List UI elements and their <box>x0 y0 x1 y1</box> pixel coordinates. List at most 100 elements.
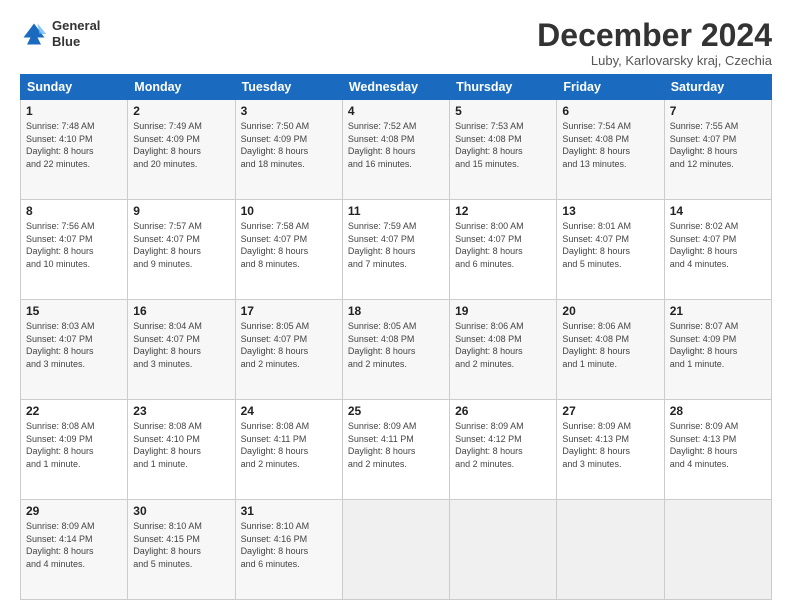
day-info: Sunrise: 8:03 AM Sunset: 4:07 PM Dayligh… <box>26 320 122 370</box>
calendar-day-cell: 27Sunrise: 8:09 AM Sunset: 4:13 PM Dayli… <box>557 400 664 500</box>
location: Luby, Karlovarsky kraj, Czechia <box>537 53 772 68</box>
weekday-header-cell: Tuesday <box>235 75 342 100</box>
weekday-header-row: SundayMondayTuesdayWednesdayThursdayFrid… <box>21 75 772 100</box>
day-number: 1 <box>26 104 122 118</box>
day-info: Sunrise: 8:08 AM Sunset: 4:10 PM Dayligh… <box>133 420 229 470</box>
day-info: Sunrise: 8:09 AM Sunset: 4:13 PM Dayligh… <box>562 420 658 470</box>
day-info: Sunrise: 8:09 AM Sunset: 4:12 PM Dayligh… <box>455 420 551 470</box>
calendar-day-cell: 23 Sunrise: 8:08 AM Sunset: 4:10 PM Dayli… <box>128 400 235 500</box>
day-info: Sunrise: 8:00 AM Sunset: 4:07 PM Dayligh… <box>455 220 551 270</box>
month-title: December 2024 <box>537 18 772 53</box>
day-number: 25 <box>348 404 444 418</box>
calendar-week-row: 8Sunrise: 7:56 AM Sunset: 4:07 PM Daylig… <box>21 200 772 300</box>
day-info: Sunrise: 7:54 AM Sunset: 4:08 PM Dayligh… <box>562 120 658 170</box>
calendar-day-cell: 13 Sunrise: 8:01 AM Sunset: 4:07 PM Dayli… <box>557 200 664 300</box>
day-number: 23 <box>133 404 229 418</box>
day-number: 8 <box>26 204 122 218</box>
calendar-day-cell: 28 Sunrise: 8:09 AM Sunset: 4:13 PM Dayli… <box>664 400 771 500</box>
day-number: 19 <box>455 304 551 318</box>
day-number: 21 <box>670 304 766 318</box>
weekday-header-cell: Friday <box>557 75 664 100</box>
day-info: Sunrise: 7:48 AM Sunset: 4:10 PM Dayligh… <box>26 120 122 170</box>
calendar-day-cell: 7 Sunrise: 7:55 AM Sunset: 4:07 PM Daylig… <box>664 100 771 200</box>
calendar-day-cell: 1 Sunrise: 7:48 AM Sunset: 4:10 PM Daylig… <box>21 100 128 200</box>
day-info: Sunrise: 8:07 AM Sunset: 4:09 PM Dayligh… <box>670 320 766 370</box>
day-number: 15 <box>26 304 122 318</box>
day-number: 17 <box>241 304 337 318</box>
day-number: 29 <box>26 504 122 518</box>
day-info: Sunrise: 8:02 AM Sunset: 4:07 PM Dayligh… <box>670 220 766 270</box>
day-info: Sunrise: 8:04 AM Sunset: 4:07 PM Dayligh… <box>133 320 229 370</box>
calendar-day-cell: 5 Sunrise: 7:53 AM Sunset: 4:08 PM Daylig… <box>450 100 557 200</box>
day-info: Sunrise: 8:05 AM Sunset: 4:08 PM Dayligh… <box>348 320 444 370</box>
day-number: 22 <box>26 404 122 418</box>
header: General Blue December 2024 Luby, Karlova… <box>20 18 772 68</box>
day-info: Sunrise: 7:59 AM Sunset: 4:07 PM Dayligh… <box>348 220 444 270</box>
day-number: 4 <box>348 104 444 118</box>
day-number: 14 <box>670 204 766 218</box>
weekday-header-cell: Saturday <box>664 75 771 100</box>
day-number: 18 <box>348 304 444 318</box>
day-number: 30 <box>133 504 229 518</box>
day-info: Sunrise: 7:55 AM Sunset: 4:07 PM Dayligh… <box>670 120 766 170</box>
calendar-day-cell: 18 Sunrise: 8:05 AM Sunset: 4:08 PM Dayli… <box>342 300 449 400</box>
day-info: Sunrise: 8:08 AM Sunset: 4:09 PM Dayligh… <box>26 420 122 470</box>
day-info: Sunrise: 8:09 AM Sunset: 4:13 PM Dayligh… <box>670 420 766 470</box>
day-number: 26 <box>455 404 551 418</box>
calendar-table: SundayMondayTuesdayWednesdayThursdayFrid… <box>20 74 772 600</box>
day-info: Sunrise: 8:01 AM Sunset: 4:07 PM Dayligh… <box>562 220 658 270</box>
calendar-day-cell: 6 Sunrise: 7:54 AM Sunset: 4:08 PM Daylig… <box>557 100 664 200</box>
day-info: Sunrise: 7:49 AM Sunset: 4:09 PM Dayligh… <box>133 120 229 170</box>
calendar-week-row: 29Sunrise: 8:09 AM Sunset: 4:14 PM Dayli… <box>21 500 772 600</box>
day-number: 2 <box>133 104 229 118</box>
calendar-day-cell: 16 Sunrise: 8:04 AM Sunset: 4:07 PM Dayli… <box>128 300 235 400</box>
calendar-day-cell <box>664 500 771 600</box>
day-number: 28 <box>670 404 766 418</box>
day-info: Sunrise: 8:09 AM Sunset: 4:11 PM Dayligh… <box>348 420 444 470</box>
day-number: 20 <box>562 304 658 318</box>
calendar-day-cell: 26 Sunrise: 8:09 AM Sunset: 4:12 PM Dayli… <box>450 400 557 500</box>
calendar-day-cell: 15 Sunrise: 8:03 AM Sunset: 4:07 PM Dayli… <box>21 300 128 400</box>
day-info: Sunrise: 8:08 AM Sunset: 4:11 PM Dayligh… <box>241 420 337 470</box>
day-info: Sunrise: 8:06 AM Sunset: 4:08 PM Dayligh… <box>455 320 551 370</box>
calendar-week-row: 22 Sunrise: 8:08 AM Sunset: 4:09 PM Dayli… <box>21 400 772 500</box>
calendar-day-cell: 11 Sunrise: 7:59 AM Sunset: 4:07 PM Dayli… <box>342 200 449 300</box>
day-number: 24 <box>241 404 337 418</box>
calendar-day-cell: 24 Sunrise: 8:08 AM Sunset: 4:11 PM Dayli… <box>235 400 342 500</box>
day-info: Sunrise: 8:10 AM Sunset: 4:15 PM Dayligh… <box>133 520 229 570</box>
calendar-week-row: 1 Sunrise: 7:48 AM Sunset: 4:10 PM Daylig… <box>21 100 772 200</box>
calendar-day-cell: 12Sunrise: 8:00 AM Sunset: 4:07 PM Dayli… <box>450 200 557 300</box>
day-number: 10 <box>241 204 337 218</box>
day-number: 5 <box>455 104 551 118</box>
day-number: 3 <box>241 104 337 118</box>
calendar-day-cell: 21 Sunrise: 8:07 AM Sunset: 4:09 PM Dayli… <box>664 300 771 400</box>
day-info: Sunrise: 7:58 AM Sunset: 4:07 PM Dayligh… <box>241 220 337 270</box>
day-number: 13 <box>562 204 658 218</box>
day-number: 6 <box>562 104 658 118</box>
calendar-day-cell: 31Sunrise: 8:10 AM Sunset: 4:16 PM Dayli… <box>235 500 342 600</box>
day-info: Sunrise: 8:06 AM Sunset: 4:08 PM Dayligh… <box>562 320 658 370</box>
day-info: Sunrise: 7:53 AM Sunset: 4:08 PM Dayligh… <box>455 120 551 170</box>
calendar-day-cell: 9Sunrise: 7:57 AM Sunset: 4:07 PM Daylig… <box>128 200 235 300</box>
day-number: 11 <box>348 204 444 218</box>
calendar-day-cell: 2 Sunrise: 7:49 AM Sunset: 4:09 PM Daylig… <box>128 100 235 200</box>
day-number: 16 <box>133 304 229 318</box>
day-info: Sunrise: 7:52 AM Sunset: 4:08 PM Dayligh… <box>348 120 444 170</box>
logo-line2: Blue <box>52 34 100 50</box>
calendar-day-cell: 4 Sunrise: 7:52 AM Sunset: 4:08 PM Daylig… <box>342 100 449 200</box>
calendar-day-cell: 10 Sunrise: 7:58 AM Sunset: 4:07 PM Dayli… <box>235 200 342 300</box>
calendar-week-row: 15 Sunrise: 8:03 AM Sunset: 4:07 PM Dayli… <box>21 300 772 400</box>
calendar-day-cell: 19 Sunrise: 8:06 AM Sunset: 4:08 PM Dayli… <box>450 300 557 400</box>
day-number: 7 <box>670 104 766 118</box>
day-info: Sunrise: 8:10 AM Sunset: 4:16 PM Dayligh… <box>241 520 337 570</box>
calendar-day-cell: 30 Sunrise: 8:10 AM Sunset: 4:15 PM Dayli… <box>128 500 235 600</box>
calendar-body: 1 Sunrise: 7:48 AM Sunset: 4:10 PM Daylig… <box>21 100 772 600</box>
calendar-day-cell: 20 Sunrise: 8:06 AM Sunset: 4:08 PM Dayli… <box>557 300 664 400</box>
day-info: Sunrise: 8:05 AM Sunset: 4:07 PM Dayligh… <box>241 320 337 370</box>
calendar-day-cell <box>557 500 664 600</box>
weekday-header-cell: Monday <box>128 75 235 100</box>
logo: General Blue <box>20 18 100 49</box>
calendar-day-cell: 22 Sunrise: 8:08 AM Sunset: 4:09 PM Dayli… <box>21 400 128 500</box>
title-area: December 2024 Luby, Karlovarsky kraj, Cz… <box>537 18 772 68</box>
calendar-day-cell: 17 Sunrise: 8:05 AM Sunset: 4:07 PM Dayli… <box>235 300 342 400</box>
